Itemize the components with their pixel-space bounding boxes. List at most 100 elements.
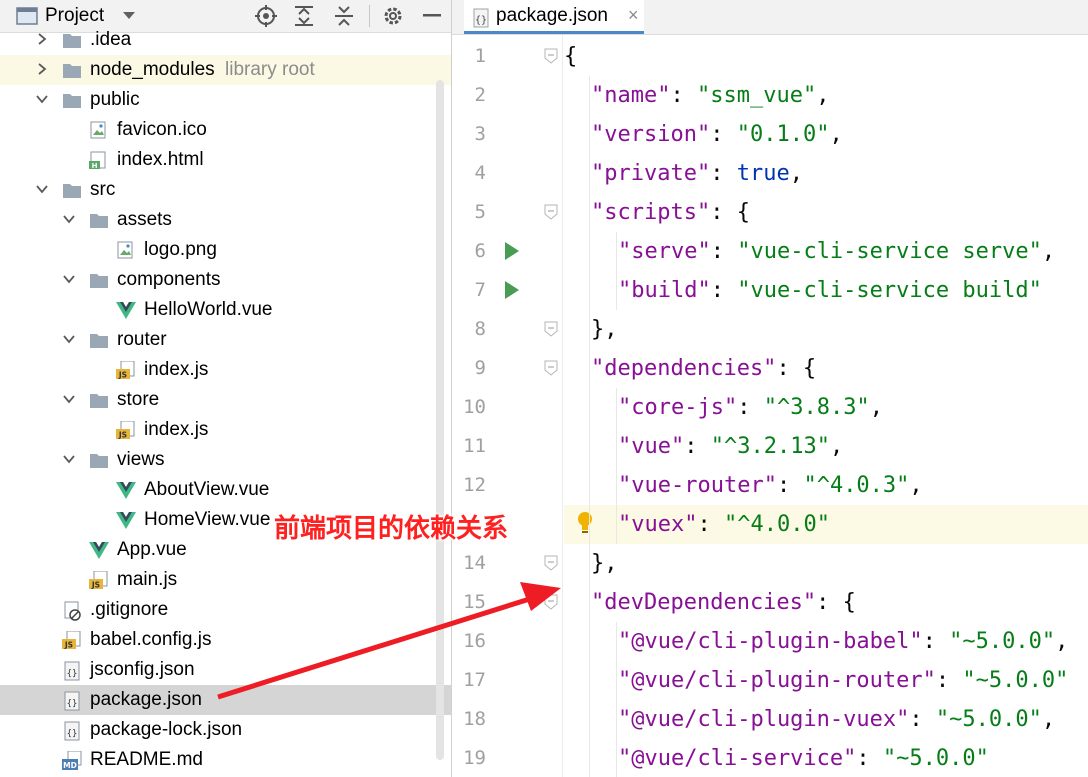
svg-text:{}: {} [67, 699, 78, 709]
json-key: "@vue/cli-service" [618, 746, 857, 771]
run-script-icon[interactable] [505, 242, 519, 260]
svg-text:JS: JS [91, 581, 100, 590]
json-punctuation: : [710, 278, 738, 303]
code-line[interactable]: "vuex": "^4.0.0" [564, 505, 1088, 544]
tree-item-label: README.md [90, 749, 203, 770]
json-key: "dependencies" [591, 356, 777, 381]
json-key: "build" [618, 278, 711, 303]
code-line[interactable]: }, [564, 310, 1088, 349]
json-punctuation: , [1055, 629, 1069, 654]
tree-item-label: index.js [144, 419, 209, 440]
chevron-down-icon[interactable] [62, 332, 76, 346]
json-punctuation: , [1041, 239, 1056, 264]
tree-item[interactable]: AboutView.vue [0, 475, 451, 505]
chevron-right-icon[interactable] [35, 62, 49, 76]
code-line[interactable]: "vue": "^3.2.13", [564, 427, 1088, 466]
tab-package-json[interactable]: {} package.json × [464, 0, 644, 34]
json-boolean: true [736, 161, 790, 186]
line-number: 18 [463, 708, 486, 730]
fold-marker-icon[interactable] [544, 360, 558, 376]
fold-marker-icon[interactable] [544, 321, 558, 337]
fold-marker-icon[interactable] [544, 555, 558, 571]
js-file-icon: JS [62, 630, 81, 650]
code-line[interactable]: "version": "0.1.0", [564, 115, 1088, 154]
tree-item-label: babel.config.js [90, 629, 212, 650]
tree-item-label: package.json [90, 689, 202, 710]
code-line[interactable]: "serve": "vue-cli-service serve", [564, 232, 1088, 271]
chevron-right-icon[interactable] [35, 32, 49, 46]
tree-item[interactable]: views [0, 445, 451, 475]
toolbar-divider [369, 5, 370, 27]
code-line[interactable]: { [564, 37, 1088, 76]
code-line[interactable]: "@vue/cli-plugin-vuex": "~5.0.0", [564, 700, 1088, 739]
tree-item[interactable]: {} package.json [0, 685, 451, 715]
tree-item[interactable]: JS main.js [0, 565, 451, 595]
tree-item[interactable]: logo.png [0, 235, 451, 265]
tree-item[interactable]: Hindex.html [0, 145, 451, 175]
run-script-icon[interactable] [505, 281, 519, 299]
tree-item[interactable]: public [0, 85, 451, 115]
code-line[interactable]: "dependencies": { [564, 349, 1088, 388]
tree-item[interactable]: MD README.md [0, 745, 451, 775]
tree-item[interactable]: {} jsconfig.json [0, 655, 451, 685]
tree-item-label: index.html [117, 149, 204, 170]
line-number: 3 [474, 123, 486, 145]
line-number: 8 [474, 318, 486, 340]
tree-item[interactable]: components [0, 265, 451, 295]
tree-item[interactable]: assets [0, 205, 451, 235]
line-number: 17 [463, 669, 486, 691]
json-punctuation: , [829, 434, 844, 459]
code-line[interactable]: "@vue/cli-plugin-babel": "~5.0.0", [564, 622, 1088, 661]
tree-item[interactable]: favicon.ico [0, 115, 451, 145]
code-line[interactable]: "private": true, [564, 154, 1088, 193]
chevron-down-icon[interactable] [35, 182, 49, 196]
tree-item[interactable]: router [0, 325, 451, 355]
tree-item-label: favicon.ico [117, 119, 207, 140]
fold-marker-icon[interactable] [544, 204, 558, 220]
tree-item[interactable]: {} package-lock.json [0, 715, 451, 745]
code-line[interactable]: }, [564, 544, 1088, 583]
chevron-down-icon[interactable] [62, 392, 76, 406]
line-number: 6 [474, 240, 486, 262]
tree-item-label: router [117, 329, 167, 350]
chevron-down-icon[interactable] [35, 92, 49, 106]
tree-item[interactable]: .idea [0, 25, 451, 55]
tree-item[interactable]: JS index.js [0, 415, 451, 445]
chevron-down-icon[interactable] [62, 272, 76, 286]
fold-marker-icon[interactable] [544, 48, 558, 64]
js-file-icon: JS [116, 420, 135, 440]
tree-item[interactable]: .gitignore [0, 595, 451, 625]
code-line[interactable]: "scripts": { [564, 193, 1088, 232]
tree-item-label: components [117, 269, 221, 290]
code-line[interactable]: "@vue/cli-plugin-router": "~5.0.0" [564, 661, 1088, 700]
chevron-down-icon[interactable] [62, 452, 76, 466]
fold-marker-icon[interactable] [544, 594, 558, 610]
tree-item-label: .gitignore [90, 599, 169, 620]
json-key: "name" [591, 83, 671, 108]
tree-item-label: node_modules [90, 59, 215, 80]
code-line[interactable]: "core-js": "^3.8.3", [564, 388, 1088, 427]
json-string: "~5.0.0" [962, 668, 1069, 693]
code-line[interactable]: "devDependencies": { [564, 583, 1088, 622]
code-line[interactable]: "build": "vue-cli-service build" [564, 271, 1088, 310]
tree-item-label: HelloWorld.vue [144, 299, 273, 320]
json-key: "devDependencies" [591, 590, 817, 615]
tree-item[interactable]: node_modules library root [0, 55, 451, 85]
tree-item-label: package-lock.json [90, 719, 243, 740]
lightbulb-icon[interactable] [576, 511, 594, 542]
tree-item[interactable]: HelloWorld.vue [0, 295, 451, 325]
tree-scrollbar[interactable] [436, 80, 444, 760]
tree-item[interactable]: src [0, 175, 451, 205]
tree-item[interactable]: JS index.js [0, 355, 451, 385]
code-line[interactable]: "@vue/cli-service": "~5.0.0" [564, 739, 1088, 777]
json-punctuation: : [710, 239, 738, 264]
code-line[interactable]: "vue-router": "^4.0.3", [564, 466, 1088, 505]
tree-item-label: App.vue [117, 539, 187, 560]
chevron-down-icon[interactable] [62, 212, 76, 226]
tree-item[interactable]: store [0, 385, 451, 415]
close-icon[interactable]: × [628, 0, 639, 31]
json-punctuation: }, [591, 317, 618, 342]
js-file-icon: JS [89, 570, 108, 590]
code-line[interactable]: "name": "ssm_vue", [564, 76, 1088, 115]
tree-item[interactable]: JS babel.config.js [0, 625, 451, 655]
